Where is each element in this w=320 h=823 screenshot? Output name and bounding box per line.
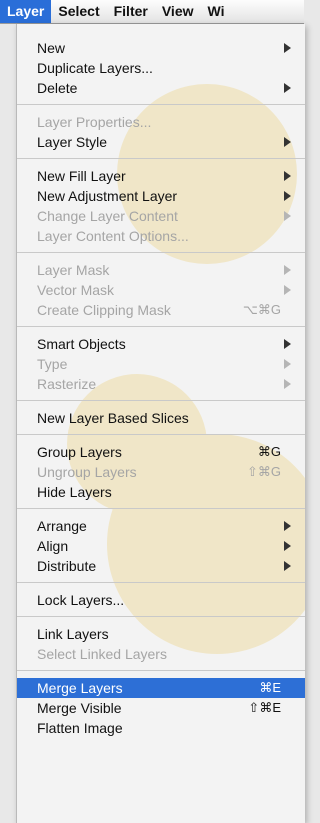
menu-item-label: Create Clipping Mask — [37, 302, 171, 318]
menu-item-layer-mask: Layer Mask — [17, 260, 305, 280]
menubar-item-select[interactable]: Select — [51, 0, 106, 23]
menu-item-label: Select Linked Layers — [37, 646, 167, 662]
menu-item-shortcut: ⌘E — [259, 680, 281, 695]
menu-item-label: Distribute — [37, 558, 97, 574]
menu-item-label: Align — [37, 538, 69, 554]
menu-item-ungroup-layers: Ungroup Layers ⇧⌘G — [17, 462, 305, 482]
menubar-item-layer[interactable]: Layer — [0, 0, 52, 23]
submenu-arrow-icon — [284, 191, 291, 201]
submenu-arrow-icon — [284, 521, 291, 531]
menu-item-label: Layer Style — [37, 134, 108, 150]
menu-item-select-linked-layers: Select Linked Layers — [17, 644, 305, 664]
submenu-arrow-icon — [284, 359, 291, 369]
menu-item-link-layers[interactable]: Link Layers — [17, 624, 305, 644]
menu-item-group-layers[interactable]: Group Layers ⌘G — [17, 442, 305, 462]
menu-item-vector-mask: Vector Mask — [17, 280, 305, 300]
menu-item-delete[interactable]: Delete — [17, 78, 305, 98]
menu-item-label: Merge Layers — [37, 680, 123, 696]
menu-item-lock-layers[interactable]: Lock Layers... — [17, 590, 305, 610]
menu-separator — [17, 326, 305, 327]
menu-item-shortcut: ⇧⌘G — [246, 464, 281, 479]
menu-item-create-clipping-mask: Create Clipping Mask ⌥⌘G — [17, 300, 305, 320]
menu-item-change-layer-content: Change Layer Content — [17, 206, 305, 226]
menu-item-label: New Fill Layer — [37, 168, 126, 184]
menu-item-hide-layers[interactable]: Hide Layers — [17, 482, 305, 502]
menu-item-label: Merge Visible — [37, 700, 122, 716]
menu-item-label: Layer Properties... — [37, 114, 152, 130]
menu-item-new-layer-based-slices[interactable]: New Layer Based Slices — [17, 408, 305, 428]
menu-item-label: New — [37, 40, 66, 56]
menu-item-new[interactable]: New — [17, 38, 305, 58]
menu-item-smart-objects[interactable]: Smart Objects — [17, 334, 305, 354]
menu-item-layer-properties: Layer Properties... — [17, 112, 305, 132]
menu-item-duplicate-layers[interactable]: Duplicate Layers... — [17, 58, 305, 78]
menu-item-shortcut: ⌘G — [257, 444, 281, 459]
submenu-arrow-icon — [284, 43, 291, 53]
menu-separator — [17, 582, 305, 583]
menubar-item-filter[interactable]: Filter — [107, 0, 155, 23]
menu-separator — [17, 670, 305, 671]
menu-item-label: Rasterize — [37, 376, 97, 392]
menu-separator — [17, 104, 305, 105]
submenu-arrow-icon — [284, 137, 291, 147]
menu-item-label: New Layer Based Slices — [37, 410, 189, 426]
submenu-arrow-icon — [284, 285, 291, 295]
submenu-arrow-icon — [284, 83, 291, 93]
submenu-arrow-icon — [284, 265, 291, 275]
menu-item-arrange[interactable]: Arrange — [17, 516, 305, 536]
menu-item-merge-visible[interactable]: Merge Visible ⇧⌘E — [17, 698, 305, 718]
menu-item-align[interactable]: Align — [17, 536, 305, 556]
menu-item-label: Vector Mask — [37, 282, 115, 298]
menu-item-label: New Adjustment Layer — [37, 188, 178, 204]
menu-item-label: Duplicate Layers... — [37, 60, 153, 76]
menu-item-label: Layer Mask — [37, 262, 110, 278]
menu-separator — [17, 400, 305, 401]
menu-item-label: Delete — [37, 80, 78, 96]
submenu-arrow-icon — [284, 339, 291, 349]
submenu-arrow-icon — [284, 541, 291, 551]
menu-item-label: Group Layers — [37, 444, 122, 460]
menu-bar: Layer Select Filter View Wi — [0, 0, 304, 24]
menu-separator — [17, 616, 305, 617]
menu-item-label: Arrange — [37, 518, 87, 534]
menubar-item-window[interactable]: Wi — [201, 0, 232, 23]
submenu-arrow-icon — [284, 561, 291, 571]
menu-separator — [17, 158, 305, 159]
menu-item-shortcut: ⌥⌘G — [242, 302, 281, 317]
menu-item-merge-layers[interactable]: Merge Layers ⌘E — [17, 678, 305, 698]
menu-item-layer-content-options: Layer Content Options... — [17, 226, 305, 246]
submenu-arrow-icon — [284, 211, 291, 221]
menu-item-label: Change Layer Content — [37, 208, 178, 224]
menu-item-label: Flatten Image — [37, 720, 123, 736]
menu-item-label: Lock Layers... — [37, 592, 125, 608]
menu-item-label: Type — [37, 356, 68, 372]
menu-separator — [17, 508, 305, 509]
submenu-arrow-icon — [284, 379, 291, 389]
menu-item-distribute[interactable]: Distribute — [17, 556, 305, 576]
menu-item-new-fill-layer[interactable]: New Fill Layer — [17, 166, 305, 186]
menu-item-label: Hide Layers — [37, 484, 112, 500]
menu-item-label: Link Layers — [37, 626, 109, 642]
menu-separator — [17, 434, 305, 435]
submenu-arrow-icon — [284, 171, 291, 181]
menu-item-shortcut: ⇧⌘E — [248, 700, 281, 715]
menu-item-label: Layer Content Options... — [37, 228, 189, 244]
menu-separator — [17, 252, 305, 253]
menubar-item-view[interactable]: View — [155, 0, 201, 23]
menu-item-flatten-image[interactable]: Flatten Image — [17, 718, 305, 738]
menu-item-type: Type — [17, 354, 305, 374]
menu-item-layer-style[interactable]: Layer Style — [17, 132, 305, 152]
menu-item-label: Smart Objects — [37, 336, 126, 352]
menu-item-rasterize: Rasterize — [17, 374, 305, 394]
menu-item-label: Ungroup Layers — [37, 464, 137, 480]
menu-item-new-adjustment-layer[interactable]: New Adjustment Layer — [17, 186, 305, 206]
layer-menu-dropdown: New Duplicate Layers... Delete Layer Proper… — [16, 24, 305, 823]
